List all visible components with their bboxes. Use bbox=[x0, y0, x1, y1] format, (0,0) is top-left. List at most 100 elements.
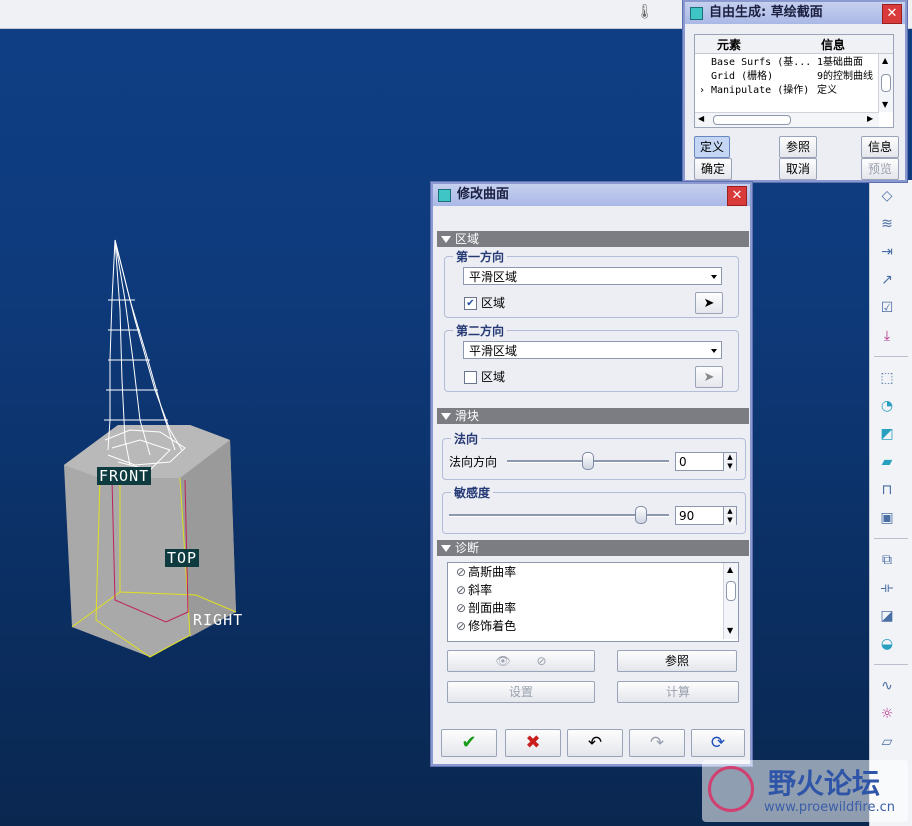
ok-check-icon: ✔ bbox=[461, 732, 477, 753]
collapse-triangle-icon bbox=[441, 545, 451, 552]
hscroll-thumb[interactable] bbox=[713, 115, 791, 125]
current-row-marker-icon: › bbox=[699, 85, 706, 96]
diagnostics-list: ⊘ 高斯曲率 ⊘ 斜率 ⊘ 剖面曲率 ⊘ 修饰着色 ▲ ▼ bbox=[447, 562, 739, 642]
label-front: FRONT bbox=[97, 467, 152, 485]
list-item[interactable]: ⊘ 修饰着色 bbox=[456, 617, 516, 635]
datum-point-icon[interactable]: ◇ bbox=[876, 186, 898, 206]
curve-icon[interactable]: ∿ bbox=[876, 676, 898, 696]
preview-button[interactable]: 预览 bbox=[861, 158, 899, 180]
first-direction-checkbox[interactable]: ✔ bbox=[464, 297, 477, 310]
eye-hidden-icon: ⊘ bbox=[536, 654, 547, 668]
refs-button[interactable]: 参照 bbox=[779, 136, 817, 158]
second-direction-checkbox-label: 区域 bbox=[481, 370, 506, 384]
channel-icon[interactable]: ⊓ bbox=[876, 480, 898, 500]
section-diagnostics[interactable]: 诊断 bbox=[437, 540, 749, 556]
regenerate-button[interactable]: ⟳ bbox=[691, 729, 745, 757]
second-direction-checkbox[interactable] bbox=[464, 371, 477, 384]
redo-button[interactable]: ↷ bbox=[629, 729, 685, 757]
normal-direction-label: 法向方向 bbox=[449, 455, 498, 469]
diagnostic-label: 斜率 bbox=[468, 583, 493, 597]
show-diagnostic-button[interactable]: 👁 ⊘ bbox=[447, 650, 595, 672]
chevron-down-icon bbox=[711, 275, 717, 279]
column-header-info: 信息 bbox=[821, 38, 846, 52]
normal-value-spinner[interactable]: 0 ▲ ▼ bbox=[675, 452, 737, 471]
group-sensitivity-title: 敏感度 bbox=[451, 484, 494, 501]
arrow-out-icon[interactable]: ↗ bbox=[876, 270, 898, 290]
table-hscroll[interactable]: ◀ ▶ bbox=[695, 112, 879, 127]
define-button[interactable]: 定义 bbox=[694, 136, 730, 158]
cursor-arrow-icon: ➤ bbox=[703, 370, 715, 385]
first-direction-select-button[interactable]: ➤ bbox=[695, 292, 723, 314]
table-header: 元素 信息 bbox=[695, 35, 893, 54]
list-item[interactable]: ⊘ 高斯曲率 bbox=[456, 563, 516, 581]
plane-icon[interactable]: ▱ bbox=[876, 732, 898, 752]
spin-down-icon[interactable]: ▼ bbox=[723, 516, 736, 525]
insert-icon[interactable]: ⤓ bbox=[876, 326, 898, 346]
list-item[interactable]: ⊘ 剖面曲率 bbox=[456, 599, 516, 617]
redo-icon: ↷ bbox=[649, 733, 665, 753]
section-region[interactable]: 区域 bbox=[437, 231, 749, 247]
surface-icon[interactable]: ◒ bbox=[876, 634, 898, 654]
sensitivity-value: 90 bbox=[679, 509, 695, 523]
spin-up-icon[interactable]: ▲ bbox=[723, 453, 736, 462]
second-direction-select[interactable]: 平滑区域 bbox=[463, 341, 722, 359]
sensitivity-slider-thumb[interactable] bbox=[635, 506, 647, 524]
scroll-thumb[interactable] bbox=[881, 74, 891, 92]
group-sensitivity: 敏感度 90 ▲ ▼ bbox=[442, 484, 746, 534]
arrow-in-icon[interactable]: ⇥ bbox=[876, 242, 898, 262]
undo-button[interactable]: ↶ bbox=[567, 729, 623, 757]
scroll-left-icon[interactable]: ◀ bbox=[698, 114, 704, 123]
spin-down-icon[interactable]: ▼ bbox=[723, 462, 736, 471]
row-info: 9的控制曲线 bbox=[817, 71, 874, 82]
refs-button[interactable]: 参照 bbox=[617, 650, 737, 672]
spin-up-icon[interactable]: ▲ bbox=[723, 507, 736, 516]
list-item[interactable]: ⊘ 斜率 bbox=[456, 581, 492, 599]
scroll-down-icon[interactable]: ▼ bbox=[727, 626, 733, 635]
close-icon[interactable]: ✕ bbox=[882, 4, 902, 24]
group-normal: 法向 法向方向 0 ▲ ▼ bbox=[442, 430, 746, 480]
sweep-icon[interactable]: ◩ bbox=[876, 424, 898, 444]
normal-slider-thumb[interactable] bbox=[582, 452, 594, 470]
mirror-icon[interactable]: ⟛ bbox=[876, 578, 898, 598]
cancel-button[interactable]: ✖ bbox=[505, 729, 561, 757]
section-slider[interactable]: 滑块 bbox=[437, 408, 749, 424]
watermark: 野火论坛 www.proewildfire.cn bbox=[702, 760, 908, 822]
blend-icon[interactable]: ▰ bbox=[876, 452, 898, 472]
settings-button[interactable]: 设置 bbox=[447, 681, 595, 703]
scroll-right-icon[interactable]: ▶ bbox=[867, 114, 873, 123]
chevron-down-icon bbox=[711, 349, 717, 353]
ok-button[interactable]: 确定 bbox=[694, 158, 732, 180]
copy-icon[interactable]: ⧉ bbox=[876, 550, 898, 570]
ok-button[interactable]: ✔ bbox=[441, 729, 497, 757]
modify-surface-dialog: 修改曲面 ✕ 区域 第一方向 平滑区域 ✔ 区域 ➤ 第二方向 平滑区域 区域 … bbox=[431, 182, 752, 766]
scroll-up-icon[interactable]: ▲ bbox=[882, 56, 888, 65]
wave-curve-icon[interactable]: ≋ bbox=[876, 214, 898, 234]
revolve-icon[interactable]: ◔ bbox=[876, 396, 898, 416]
row-info: 定义 bbox=[817, 85, 837, 96]
spiral-icon[interactable]: ☼ bbox=[876, 704, 898, 724]
trim-icon[interactable]: ◪ bbox=[876, 606, 898, 626]
info-button[interactable]: 信息 bbox=[861, 136, 899, 158]
close-icon[interactable]: ✕ bbox=[727, 186, 747, 206]
second-direction-select-button[interactable]: ➤ bbox=[695, 366, 723, 388]
section-region-label: 区域 bbox=[455, 232, 480, 246]
solid-box-icon[interactable]: ⬚ bbox=[876, 368, 898, 388]
watermark-logo-icon bbox=[708, 766, 754, 812]
row-element: Grid (栅格) bbox=[711, 71, 774, 82]
cancel-button[interactable]: 取消 bbox=[779, 158, 817, 180]
watermark-url: www.proewildfire.cn bbox=[764, 800, 895, 815]
scroll-thumb[interactable] bbox=[726, 581, 736, 601]
diagnostics-vscroll[interactable]: ▲ ▼ bbox=[723, 563, 738, 639]
shell-icon[interactable]: ▣ bbox=[876, 508, 898, 528]
checkmark-box-icon[interactable]: ☑ bbox=[876, 298, 898, 318]
scroll-up-icon[interactable]: ▲ bbox=[727, 565, 733, 574]
sensitivity-value-spinner[interactable]: 90 ▲ ▼ bbox=[675, 506, 737, 525]
hidden-eye-icon: ⊘ bbox=[456, 565, 467, 579]
compute-button[interactable]: 计算 bbox=[617, 681, 739, 703]
first-direction-select[interactable]: 平滑区域 bbox=[463, 267, 722, 285]
scroll-down-icon[interactable]: ▼ bbox=[882, 100, 888, 109]
first-direction-select-value: 平滑区域 bbox=[469, 270, 518, 284]
first-direction-checkbox-label: 区域 bbox=[481, 296, 506, 310]
group-normal-title: 法向 bbox=[451, 430, 482, 447]
table-vscroll[interactable]: ▲ ▼ bbox=[878, 54, 893, 112]
